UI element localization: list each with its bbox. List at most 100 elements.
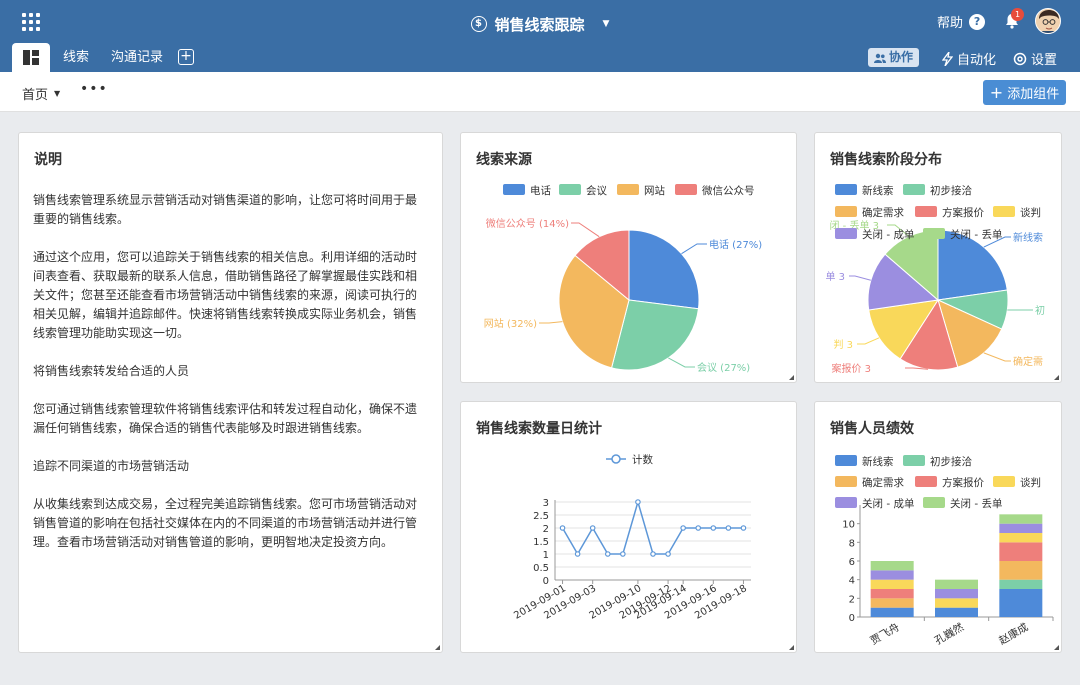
source-legend-label: 微信公众号 bbox=[702, 184, 755, 197]
source-slice-label: 电话 (27%) bbox=[709, 238, 762, 251]
stage-slice-label: 确定需 bbox=[1013, 355, 1043, 368]
source-leader-line bbox=[571, 222, 600, 238]
stage-legend-label: 确定需求 bbox=[862, 206, 904, 219]
tab-leads[interactable]: 线索 bbox=[63, 43, 89, 72]
source-legend-swatch bbox=[675, 184, 697, 195]
stage-legend-swatch bbox=[835, 184, 857, 195]
resize-handle[interactable] bbox=[789, 375, 794, 380]
perf-bar-segment bbox=[999, 514, 1043, 524]
daily-data-point bbox=[650, 551, 656, 557]
daily-data-point bbox=[725, 525, 732, 531]
users-icon bbox=[874, 53, 886, 63]
source-leader-line bbox=[681, 243, 707, 255]
tab-dashboard[interactable] bbox=[12, 43, 50, 72]
lightning-icon bbox=[942, 51, 953, 66]
stage-legend-swatch bbox=[923, 228, 945, 239]
daily-data-point bbox=[740, 525, 747, 531]
add-widget-label: 添加组件 bbox=[1007, 87, 1060, 102]
daily-y-tick-label: 1.5 bbox=[533, 537, 549, 548]
stage-legend-swatch bbox=[835, 228, 857, 239]
help-label: 帮助 bbox=[937, 16, 964, 31]
app-grid-icon[interactable] bbox=[22, 13, 40, 31]
perf-bar-segment bbox=[999, 589, 1043, 617]
home-label: 首页 bbox=[22, 88, 49, 103]
description-paragraph: 您可通过销售线索管理软件将销售线索评估和转发过程自动化，确保不遗漏任何销售线索，… bbox=[33, 402, 418, 435]
daily-data-point bbox=[574, 551, 581, 557]
description-paragraph: 通过这个应用，您可以追踪关于销售线索的相关信息。利用详细的活动时间表查看、获取最… bbox=[33, 250, 418, 340]
perf-legend-label: 关闭 - 成单 bbox=[862, 497, 914, 510]
stage-distribution-card: 销售线索阶段分布 新线索初确定需 案报价 3判 3单 3闭 - 丢单 3 新线索 初步… bbox=[814, 132, 1062, 383]
daily-data-point bbox=[710, 525, 717, 531]
source-legend-swatch bbox=[503, 184, 525, 195]
daily-count-chart: 计数00.511.522.532019-09-012019-09-032019-… bbox=[512, 453, 751, 622]
description-paragraph: 销售线索管理系统显示营销活动对销售渠道的影响，让您可将时间用于最重要的销售线索。 bbox=[33, 193, 418, 226]
stage-slice-label: 判 3 bbox=[833, 339, 853, 351]
app-switcher[interactable]: $ 销售线索跟踪 ▼ bbox=[470, 14, 610, 35]
user-face-icon bbox=[1036, 9, 1060, 33]
resize-handle[interactable] bbox=[1054, 645, 1059, 650]
perf-legend-swatch bbox=[923, 497, 945, 508]
stage-slice-label: 初 bbox=[1035, 304, 1045, 317]
stage-legend-label: 初步接洽 bbox=[930, 184, 972, 197]
app-title-wrapper: $ 销售线索跟踪 ▼ bbox=[0, 12, 1080, 35]
source-legend-label: 网站 bbox=[644, 184, 665, 197]
resize-handle[interactable] bbox=[789, 645, 794, 650]
automation-button[interactable]: 自动化 bbox=[942, 49, 996, 68]
daily-data-point bbox=[559, 525, 566, 531]
stage-legend-swatch bbox=[915, 206, 937, 217]
perf-bar-segment bbox=[999, 579, 1043, 589]
add-widget-button[interactable]: + 添加组件 bbox=[983, 80, 1066, 105]
stage-leader-line bbox=[857, 337, 880, 345]
stage-legend-label: 方案报价 bbox=[942, 206, 984, 219]
dollar-icon: $ bbox=[470, 16, 487, 32]
perf-bar-segment bbox=[935, 589, 978, 599]
help-button[interactable]: 帮助 ? bbox=[937, 12, 986, 31]
stage-pie-group: 新线索初确定需案报价 3判 3单 3闭 - 丢单 3 bbox=[825, 219, 1045, 375]
dashboard-icon bbox=[23, 50, 39, 65]
daily-y-tick-label: 0 bbox=[543, 576, 549, 587]
app-title: 销售线索跟踪 bbox=[494, 15, 585, 34]
description-card: 说明 销售线索管理系统显示营销活动对销售渠道的影响，让您可将时间用于最重要的销售… bbox=[18, 132, 443, 653]
stage-legend-label: 谈判 bbox=[1020, 206, 1041, 219]
stage-slice-label: 新线索 bbox=[1013, 231, 1043, 244]
home-page-selector[interactable]: 首页 ▼ bbox=[22, 84, 60, 103]
perf-bar-segment bbox=[935, 579, 978, 589]
perf-legend-swatch bbox=[993, 476, 1015, 487]
source-slice-label: 微信公众号 (14%) bbox=[486, 217, 569, 230]
resize-handle[interactable] bbox=[1054, 375, 1059, 380]
perf-legend-label: 谈判 bbox=[1020, 476, 1041, 489]
stage-legend-swatch bbox=[903, 184, 925, 195]
daily-data-point bbox=[589, 525, 596, 531]
add-tab-icon[interactable]: + bbox=[178, 49, 194, 65]
description-paragraph: 从收集线索到达成交易，全过程完美追踪销售线索。您可市场营销活动对销售管道的影响在… bbox=[33, 497, 418, 549]
source-legend-swatch bbox=[617, 184, 639, 195]
perf-bar-segment bbox=[935, 598, 978, 608]
resize-handle[interactable] bbox=[435, 645, 440, 650]
collab-button[interactable]: 协作 bbox=[868, 48, 920, 67]
caret-down-icon: ▼ bbox=[54, 89, 61, 98]
daily-legend-marker bbox=[611, 454, 621, 464]
perf-legend-label: 初步接洽 bbox=[930, 455, 972, 468]
avatar[interactable] bbox=[1035, 8, 1061, 34]
sales-performance-chart: 新线索 初步接洽确定需求 方案报价 谈判关闭 - 成单 关闭 - 丢单 0 2 4 6 8 10 贾飞… bbox=[835, 455, 1054, 647]
question-icon: ? bbox=[969, 13, 986, 30]
perf-x-tick-label: 贾飞舟 bbox=[868, 620, 902, 647]
collab-label: 协作 bbox=[889, 50, 914, 64]
stage-legend-label: 关闭 - 丢单 bbox=[950, 228, 1002, 241]
tab-communication[interactable]: 沟通记录 bbox=[111, 43, 163, 72]
perf-bar-segment bbox=[870, 598, 914, 608]
stage-legend-label: 关闭 - 成单 bbox=[862, 228, 914, 241]
notification-badge: 1 bbox=[1011, 8, 1024, 21]
settings-button[interactable]: 设置 bbox=[1013, 49, 1057, 68]
perf-bar-segment bbox=[999, 561, 1043, 580]
perf-y-tick-label: 4 bbox=[849, 576, 855, 587]
automation-label: 自动化 bbox=[957, 53, 997, 68]
perf-legend-swatch bbox=[903, 455, 925, 466]
chevron-down-icon: ▼ bbox=[602, 19, 610, 29]
daily-data-point bbox=[695, 525, 702, 531]
more-options-icon[interactable]: ••• bbox=[80, 81, 108, 97]
plus-icon: + bbox=[989, 83, 1004, 102]
description-title: 说明 bbox=[34, 152, 62, 168]
perf-legend-swatch bbox=[835, 476, 857, 487]
stage-legend-label: 新线索 bbox=[862, 184, 894, 197]
